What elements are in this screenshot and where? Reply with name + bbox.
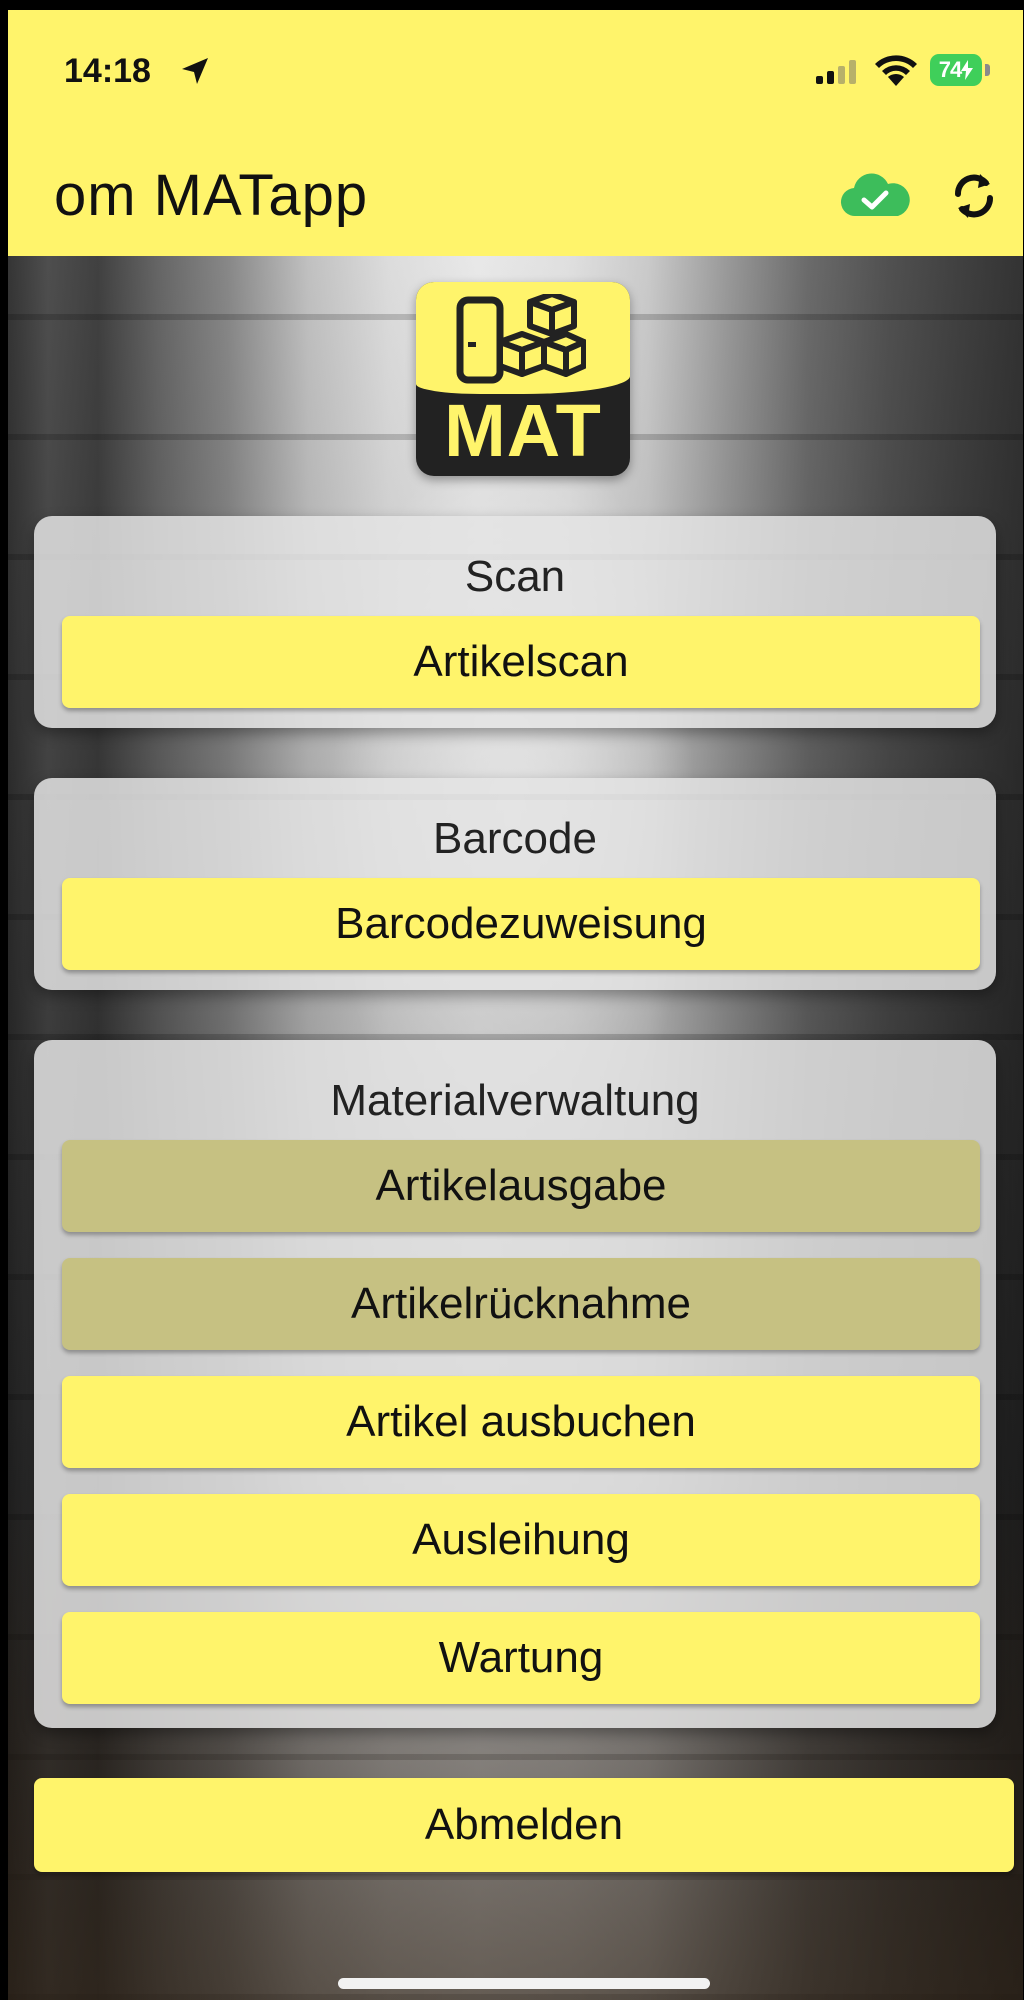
battery-level: 74 xyxy=(938,57,963,82)
artikelscan-button[interactable]: Artikelscan xyxy=(62,616,980,708)
section-title-scan: Scan xyxy=(464,552,566,601)
battery-tip xyxy=(985,64,990,76)
app-screen: 14:18 74 om MATapp MAT Scan Artikelscan … xyxy=(8,8,1023,2000)
barcodezuweisung-button[interactable]: Barcodezuweisung xyxy=(62,878,980,970)
logo-text: MAT xyxy=(444,389,602,472)
mat-logo: MAT xyxy=(416,282,630,476)
section-title-barcode: Barcode xyxy=(433,814,597,863)
wifi-icon xyxy=(875,55,917,86)
artikel-ausbuchen-button[interactable]: Artikel ausbuchen xyxy=(62,1376,980,1468)
cloud-check-icon[interactable] xyxy=(840,172,910,220)
wartung-button[interactable]: Wartung xyxy=(62,1612,980,1704)
app-title: om MATapp xyxy=(54,163,369,228)
phone-boxes-icon xyxy=(456,294,586,384)
ausleihung-button[interactable]: Ausleihung xyxy=(62,1494,980,1586)
home-indicator[interactable] xyxy=(338,1978,710,1989)
section-scan: Scan Artikelscan xyxy=(34,516,996,728)
charging-bolt-icon xyxy=(961,60,974,80)
artikelruecknahme-button[interactable]: Artikelrücknahme xyxy=(62,1258,980,1350)
location-arrow-icon xyxy=(182,58,208,84)
signal-icon xyxy=(816,60,856,84)
section-title-materialverwaltung: Materialverwaltung xyxy=(330,1076,700,1125)
section-barcode: Barcode Barcodezuweisung xyxy=(34,778,996,990)
app-header: 14:18 74 om MATapp xyxy=(8,10,1023,256)
artikelausgabe-button[interactable]: Artikelausgabe xyxy=(62,1140,980,1232)
logout-button[interactable]: Abmelden xyxy=(34,1778,1014,1872)
battery-indicator: 74 xyxy=(930,54,982,86)
section-materialverwaltung: Materialverwaltung Artikelausgabe Artike… xyxy=(34,1040,996,1728)
sync-icon[interactable] xyxy=(948,170,1000,222)
status-time: 14:18 xyxy=(64,52,151,90)
